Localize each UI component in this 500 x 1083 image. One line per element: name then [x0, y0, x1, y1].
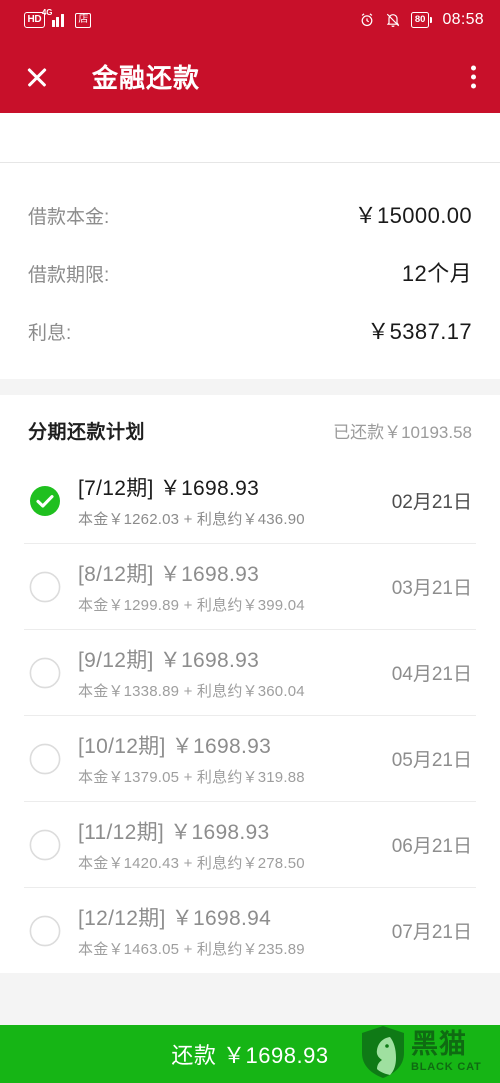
installment-date: 06月21日 — [391, 836, 472, 857]
installment-title: [9/12期] ￥1698.93 — [78, 649, 260, 672]
check-circle-icon — [28, 484, 62, 518]
app-bar: 金融还款 — [0, 40, 500, 113]
summary-value: 12个月 — [401, 261, 472, 286]
installment-row[interactable]: [10/12期] ￥1698.93 本金￥1379.05 + 利息约￥319.8… — [24, 716, 476, 802]
installment-breakdown: 本金￥1463.05 + 利息约￥235.89 — [78, 941, 305, 958]
installment-title: [7/12期] ￥1698.93 — [78, 477, 260, 500]
summary-label: 借款期限: — [28, 265, 110, 286]
summary-label: 借款本金: — [28, 207, 110, 228]
status-bar-left: HD 4G 店 — [24, 9, 92, 28]
repayment-plan-title: 分期还款计划 — [28, 422, 146, 443]
summary-row-principal: 借款本金: ￥15000.00 — [28, 185, 472, 243]
installment-date: 04月21日 — [391, 664, 472, 685]
installment-info: [9/12期] ￥1698.93 本金￥1338.89 + 利息约￥360.04 — [78, 644, 382, 701]
installment-breakdown: 本金￥1338.89 + 利息约￥360.04 — [78, 683, 305, 700]
repayment-plan-card: 分期还款计划 已还款￥10193.58 [7/12期] ￥1698.93 本金￥… — [0, 395, 500, 973]
loan-summary-card: 借款本金: ￥15000.00 借款期限: 12个月 利息: ￥5387.17 — [0, 163, 500, 379]
summary-label: 利息: — [28, 323, 72, 344]
empty-circle-icon — [28, 656, 62, 690]
empty-circle-icon — [28, 914, 62, 948]
summary-value: ￥5387.17 — [367, 319, 472, 344]
installment-info: [10/12期] ￥1698.93 本金￥1379.05 + 利息约￥319.8… — [78, 730, 382, 787]
installment-title: [8/12期] ￥1698.93 — [78, 563, 260, 586]
page-title: 金融还款 — [92, 63, 201, 93]
installment-title: [10/12期] ￥1698.93 — [78, 735, 272, 758]
installment-date: 02月21日 — [391, 492, 472, 513]
network-type-label: 4G — [41, 8, 53, 17]
installment-info: [12/12期] ￥1698.94 本金￥1463.05 + 利息约￥235.8… — [78, 902, 382, 959]
repaid-total: 已还款￥10193.58 — [333, 423, 472, 442]
installment-date: 03月21日 — [391, 578, 472, 599]
installment-date: 05月21日 — [391, 750, 472, 771]
summary-row-term: 借款期限: 12个月 — [28, 243, 472, 301]
repayment-plan-header: 分期还款计划 已还款￥10193.58 — [24, 395, 476, 458]
installment-date: 07月21日 — [391, 922, 472, 943]
status-bar-right: 80 08:58 — [359, 11, 484, 29]
app-screen: HD 4G 店 80 08:58 金融还款 借款本金: ￥15000.00 借款… — [0, 0, 500, 1083]
installment-info: [11/12期] ￥1698.93 本金￥1420.43 + 利息约￥278.5… — [78, 816, 382, 873]
shop-icon: 店 — [75, 12, 92, 28]
overflow-menu-icon[interactable] — [471, 65, 476, 88]
installment-row[interactable]: [9/12期] ￥1698.93 本金￥1338.89 + 利息约￥360.04… — [24, 630, 476, 716]
installment-row[interactable]: [8/12期] ￥1698.93 本金￥1299.89 + 利息约￥399.04… — [24, 544, 476, 630]
installment-breakdown: 本金￥1299.89 + 利息约￥399.04 — [78, 597, 305, 614]
installment-breakdown: 本金￥1420.43 + 利息约￥278.50 — [78, 855, 305, 872]
summary-row-interest: 利息: ￥5387.17 — [28, 301, 472, 359]
top-blank-strip — [0, 113, 500, 163]
installment-row[interactable]: [12/12期] ￥1698.94 本金￥1463.05 + 利息约￥235.8… — [24, 888, 476, 973]
battery-icon: 80 — [410, 12, 433, 28]
installment-info: [8/12期] ￥1698.93 本金￥1299.89 + 利息约￥399.04 — [78, 558, 382, 615]
repay-button-label: 还款 ￥1698.93 — [171, 1043, 329, 1068]
installment-title: [11/12期] ￥1698.93 — [78, 821, 270, 844]
signal-strength-icon: 4G — [42, 9, 69, 27]
empty-circle-icon — [28, 742, 62, 776]
summary-value: ￥15000.00 — [354, 203, 472, 228]
installment-breakdown: 本金￥1262.03 + 利息约￥436.90 — [78, 511, 305, 528]
status-bar-clock: 08:58 — [442, 11, 484, 28]
installment-row[interactable]: [7/12期] ￥1698.93 本金￥1262.03 + 利息约￥436.90… — [24, 458, 476, 544]
close-icon[interactable] — [24, 64, 50, 90]
alarm-clock-icon — [359, 12, 375, 28]
empty-circle-icon — [28, 570, 62, 604]
empty-circle-icon — [28, 828, 62, 862]
status-bar: HD 4G 店 80 08:58 — [0, 0, 500, 40]
installment-info: [7/12期] ￥1698.93 本金￥1262.03 + 利息约￥436.90 — [78, 472, 382, 529]
bell-muted-icon — [385, 12, 401, 28]
section-divider — [0, 379, 500, 395]
installment-title: [12/12期] ￥1698.94 — [78, 907, 272, 930]
repay-button[interactable]: 还款 ￥1698.93 — [0, 1025, 500, 1083]
installment-breakdown: 本金￥1379.05 + 利息约￥319.88 — [78, 769, 305, 786]
battery-level: 80 — [410, 12, 430, 28]
installment-row[interactable]: [11/12期] ￥1698.93 本金￥1420.43 + 利息约￥278.5… — [24, 802, 476, 888]
